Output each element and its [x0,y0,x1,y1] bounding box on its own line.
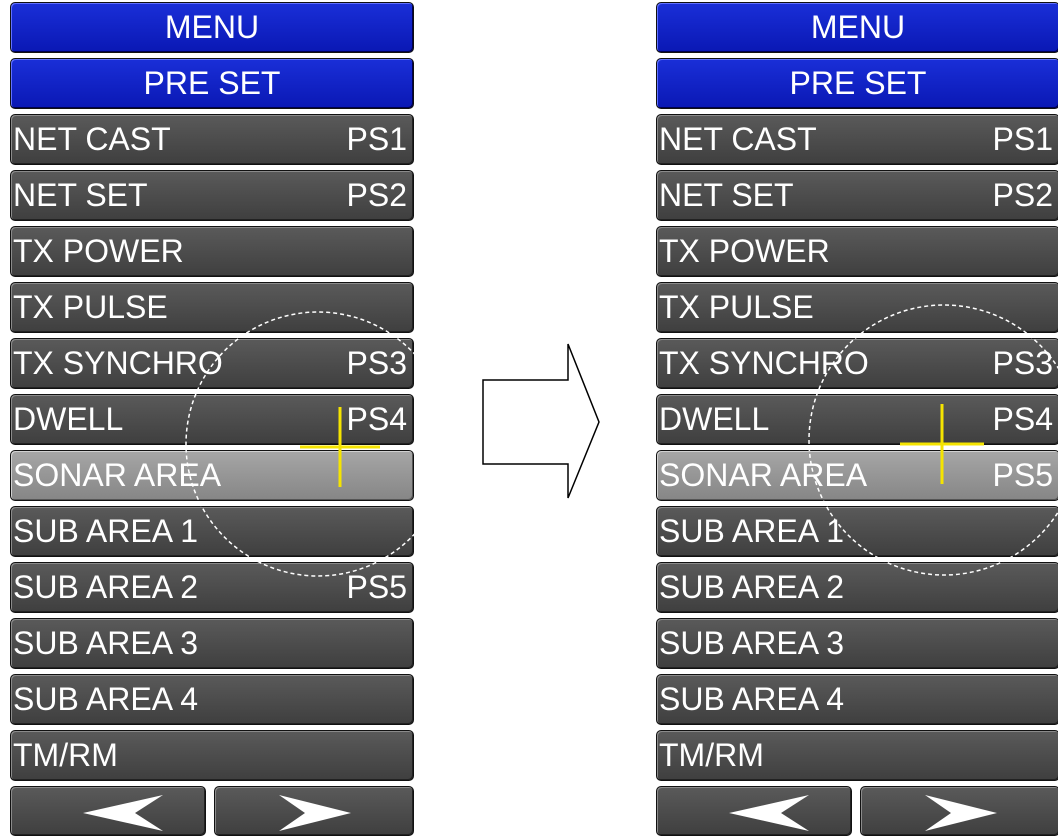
menu-item-tx-synchro[interactable]: TX SYNCHRO PS3 [10,338,414,389]
menu-item-label: NET SET [659,177,794,213]
menu-item-sub-area-2[interactable]: SUB AREA 2 PS5 [10,562,414,613]
preset-header-label: PRE SET [789,65,927,101]
menu-item-label: SUB AREA 2 [13,569,198,605]
preset-tag: PS3 [346,345,407,381]
menu-item-label: NET CAST [659,121,817,157]
prev-page-button[interactable] [10,786,206,836]
arrow-right-icon [279,795,351,831]
menu-item-label: SONAR AREA [659,457,868,493]
menu-item-label: TM/RM [13,737,118,773]
left-menu-panel: MENU PRE SET NET CAST PS1 NET SET PS2 TX… [10,2,414,836]
preset-tag: PS5 [346,569,407,605]
menu-item-tx-power[interactable]: TX POWER [656,226,1058,277]
menu-item-label: SUB AREA 2 [659,569,844,605]
right-menu-panel: MENU PRE SET NET CAST PS1 NET SET PS2 TX… [656,2,1058,836]
preset-header[interactable]: PRE SET [656,58,1058,109]
menu-item-sub-area-2[interactable]: SUB AREA 2 [656,562,1058,613]
menu-item-label: TX POWER [659,233,830,269]
menu-item-tm-rm[interactable]: TM/RM [10,730,414,781]
menu-item-tx-synchro[interactable]: TX SYNCHRO PS3 [656,338,1058,389]
menu-item-net-set[interactable]: NET SET PS2 [656,170,1058,221]
arrow-right-icon [925,795,997,831]
preset-header-label: PRE SET [143,65,281,101]
menu-item-label: TX SYNCHRO [13,345,223,381]
next-page-button[interactable] [860,786,1058,836]
menu-item-label: TX POWER [13,233,184,269]
menu-header-label: MENU [810,9,906,45]
menu-item-net-cast[interactable]: NET CAST PS1 [656,114,1058,165]
menu-item-sonar-area[interactable]: SONAR AREA PS5 [656,450,1058,501]
menu-header[interactable]: MENU [10,2,414,53]
menu-item-label: SUB AREA 4 [13,681,198,717]
preset-header[interactable]: PRE SET [10,58,414,109]
menu-item-label: NET SET [13,177,148,213]
menu-item-label: TX SYNCHRO [659,345,869,381]
menu-item-sub-area-4[interactable]: SUB AREA 4 [656,674,1058,725]
menu-item-tm-rm[interactable]: TM/RM [656,730,1058,781]
preset-tag: PS4 [992,401,1053,437]
nav-bar [10,786,414,836]
menu-item-sub-area-4[interactable]: SUB AREA 4 [10,674,414,725]
menu-item-label: SUB AREA 3 [659,625,844,661]
menu-item-label: SUB AREA 4 [659,681,844,717]
menu-item-net-cast[interactable]: NET CAST PS1 [10,114,414,165]
preset-tag: PS2 [346,177,407,213]
menu-item-label: TM/RM [659,737,764,773]
menu-item-tx-pulse[interactable]: TX PULSE [10,282,414,333]
menu-item-dwell[interactable]: DWELL PS4 [656,394,1058,445]
menu-item-label: SUB AREA 3 [13,625,198,661]
prev-page-button[interactable] [656,786,852,836]
preset-tag: PS1 [346,121,407,157]
menu-item-tx-pulse[interactable]: TX PULSE [656,282,1058,333]
menu-item-sub-area-1[interactable]: SUB AREA 1 [656,506,1058,557]
menu-item-label: SUB AREA 1 [13,513,198,549]
arrow-left-icon [729,795,809,831]
menu-item-sub-area-3[interactable]: SUB AREA 3 [656,618,1058,669]
preset-tag: PS2 [992,177,1053,213]
menu-header[interactable]: MENU [656,2,1058,53]
menu-item-sonar-area[interactable]: SONAR AREA [10,450,414,501]
menu-item-label: SUB AREA 1 [659,513,844,549]
arrow-right-outline-icon [482,343,600,499]
menu-item-dwell[interactable]: DWELL PS4 [10,394,414,445]
menu-item-net-set[interactable]: NET SET PS2 [10,170,414,221]
preset-tag: PS4 [346,401,407,437]
menu-item-label: SONAR AREA [13,457,222,493]
next-page-button[interactable] [214,786,414,836]
menu-item-label: TX PULSE [659,289,814,325]
menu-item-sub-area-3[interactable]: SUB AREA 3 [10,618,414,669]
menu-item-label: TX PULSE [13,289,168,325]
menu-item-label: NET CAST [13,121,171,157]
menu-item-tx-power[interactable]: TX POWER [10,226,414,277]
arrow-left-icon [83,795,163,831]
preset-tag: PS3 [992,345,1053,381]
nav-bar [656,786,1058,836]
menu-item-label: DWELL [13,401,124,437]
menu-item-sub-area-1[interactable]: SUB AREA 1 [10,506,414,557]
preset-tag: PS5 [992,457,1053,493]
menu-header-label: MENU [164,9,260,45]
preset-tag: PS1 [992,121,1053,157]
menu-item-label: DWELL [659,401,770,437]
